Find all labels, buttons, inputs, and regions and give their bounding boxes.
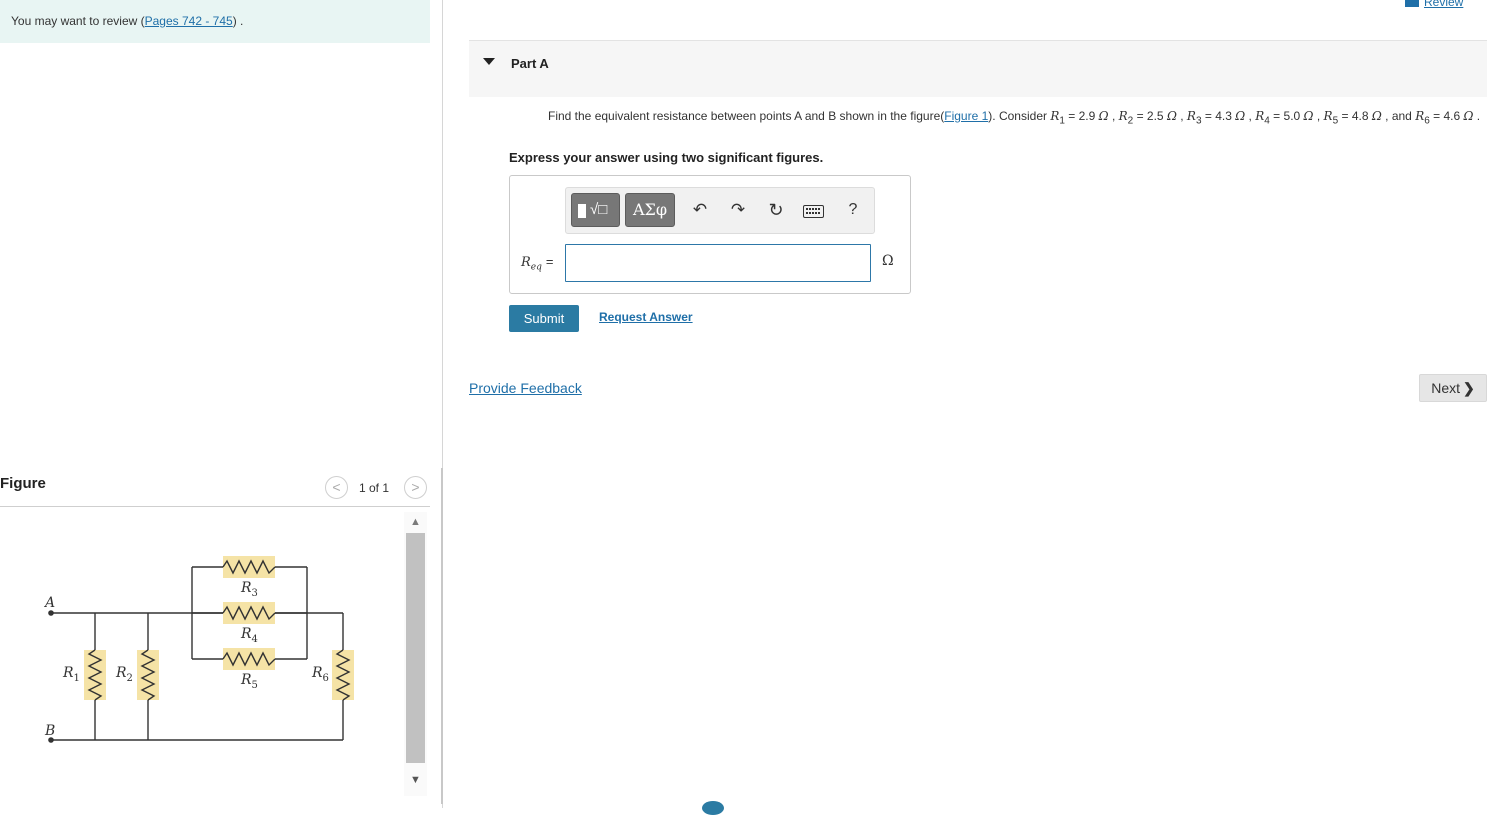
resistor-r3	[223, 556, 275, 578]
terminal-a	[48, 610, 54, 616]
collapse-caret-icon[interactable]	[483, 58, 495, 65]
label-a: A	[43, 595, 55, 611]
reset-icon[interactable]: ↻	[765, 199, 787, 221]
radical-icon: √□	[590, 201, 608, 218]
scroll-up-arrow-icon[interactable]: ▲	[404, 512, 427, 532]
template-square-icon	[578, 204, 586, 218]
resistance-value: R5 = 4.8 Ω	[1323, 109, 1382, 127]
request-answer-link[interactable]: Request Answer	[599, 310, 693, 324]
part-title: Part A	[511, 56, 549, 71]
answer-label: Req =	[521, 254, 554, 273]
figure-link[interactable]: Figure 1	[944, 109, 988, 123]
resistance-value: R1 = 2.9 Ω	[1050, 109, 1109, 127]
submit-button[interactable]: Submit	[509, 305, 579, 332]
question-text: Find the equivalent resistance between p…	[548, 109, 1481, 127]
keyboard-icon[interactable]	[803, 205, 824, 218]
undo-icon[interactable]: ↶	[689, 199, 711, 221]
label-b: B	[44, 723, 55, 739]
resistance-value: R3 = 4.3 Ω	[1186, 109, 1246, 127]
review-text: You may want to review (Pages 742 - 745)…	[11, 14, 244, 28]
label-r5: R5	[240, 672, 258, 691]
circuit-diagram: A B R1 R2 R3 R4 R5 R6	[43, 556, 354, 743]
answer-instruction: Express your answer using two significan…	[509, 150, 824, 165]
next-button[interactable]: Next ❯	[1419, 374, 1487, 402]
redo-icon[interactable]: ↷	[727, 199, 749, 221]
column-divider-resize[interactable]	[441, 468, 443, 804]
label-r6: R6	[311, 665, 329, 684]
figure-divider	[0, 506, 430, 507]
scrollbar-thumb[interactable]	[406, 533, 425, 763]
part-header[interactable]	[469, 40, 1487, 97]
figure-next-button[interactable]: >	[404, 476, 427, 499]
answer-unit: Ω	[882, 253, 894, 269]
book-icon	[1405, 0, 1419, 8]
review-link[interactable]: Review	[1405, 0, 1463, 9]
figure-prev-button[interactable]: <	[325, 476, 348, 499]
chat-bubble-icon[interactable]	[702, 801, 724, 815]
provide-feedback-link[interactable]: Provide Feedback	[469, 380, 582, 396]
label-r2: R2	[115, 665, 133, 684]
review-banner: You may want to review (Pages 742 - 745)…	[0, 0, 430, 43]
resistance-value: R6 = 4.6 Ω	[1415, 109, 1474, 127]
pages-link[interactable]: Pages 742 - 745	[145, 14, 233, 28]
greek-symbols-button[interactable]: ΑΣφ	[625, 193, 675, 227]
help-icon[interactable]: ?	[842, 199, 864, 221]
figure-title: Figure	[0, 475, 46, 492]
resistance-value: R2 = 2.5 Ω	[1118, 109, 1177, 127]
label-r3: R3	[240, 580, 258, 599]
scroll-down-arrow-icon[interactable]: ▼	[404, 770, 427, 790]
resistor-r4	[223, 602, 275, 624]
answer-input[interactable]	[565, 244, 871, 282]
chevron-right-icon: ❯	[1463, 380, 1475, 396]
resistance-value: R4 = 5.0 Ω	[1255, 109, 1314, 127]
resistor-r5	[223, 648, 275, 670]
figure-counter: 1 of 1	[359, 481, 390, 495]
label-r1: R1	[62, 665, 80, 684]
templates-button[interactable]: √□	[571, 193, 620, 227]
label-r4: R4	[240, 626, 258, 645]
